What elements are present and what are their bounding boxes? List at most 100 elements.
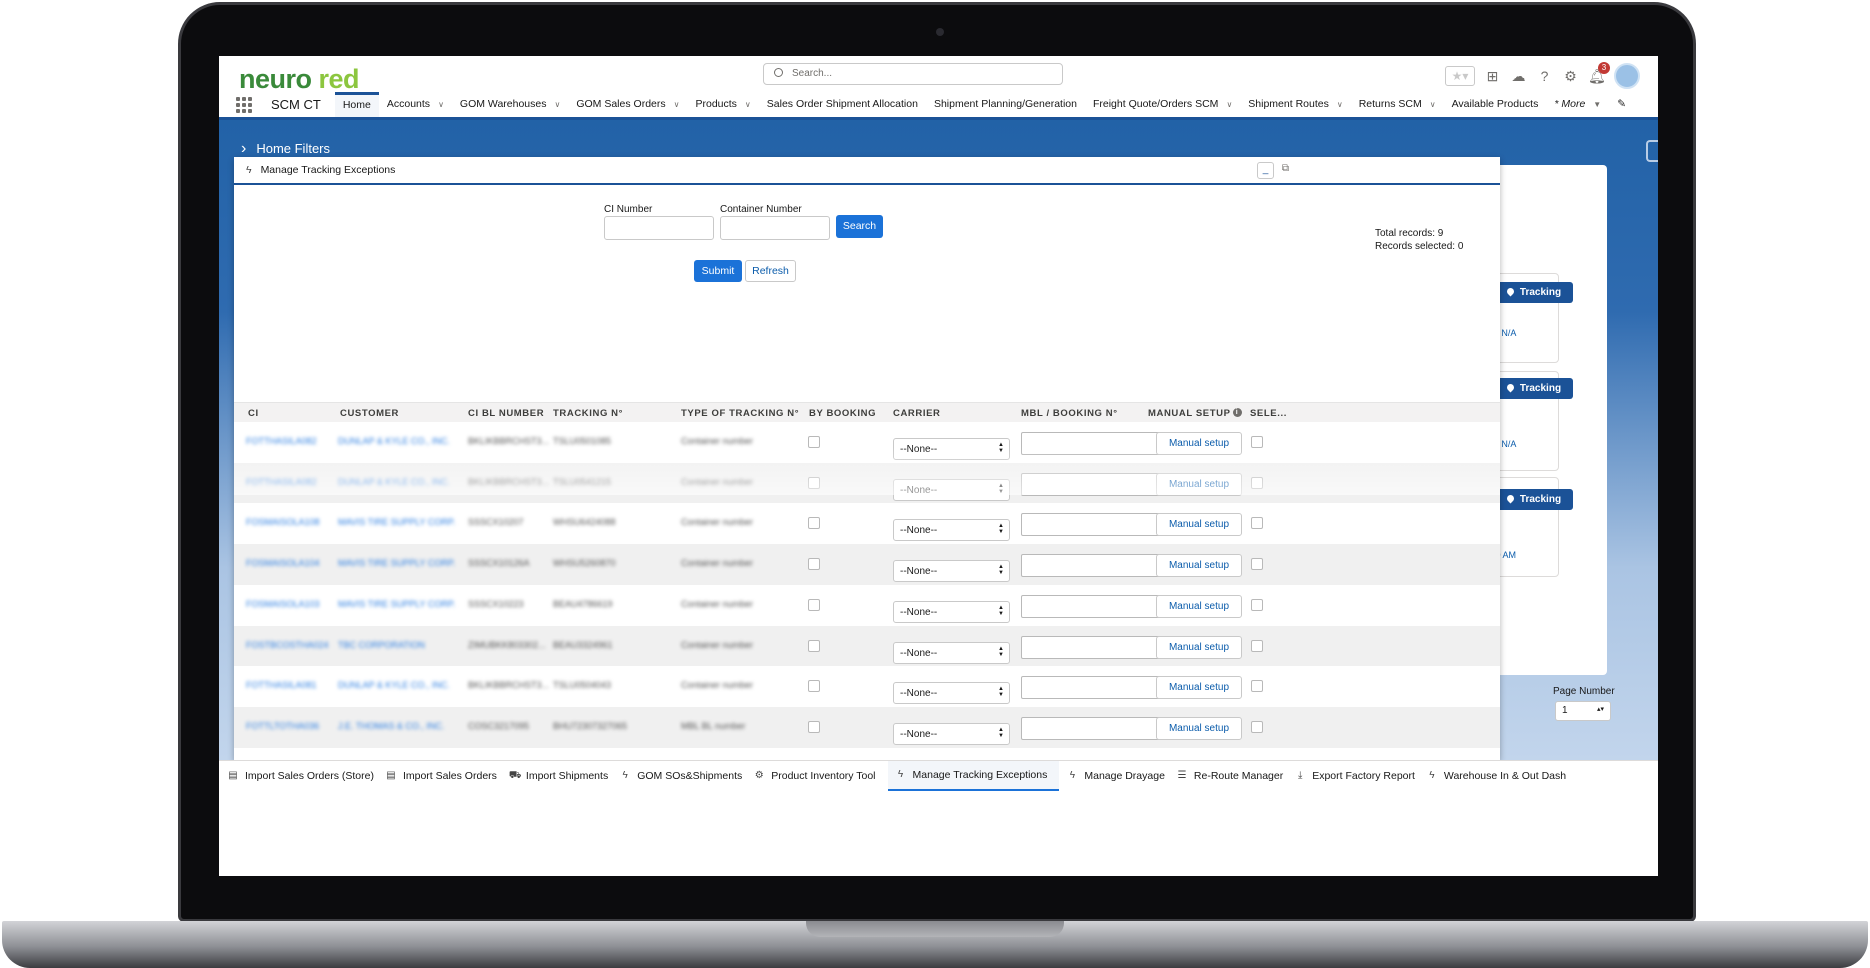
side-panel-tab[interactable] bbox=[1646, 140, 1658, 162]
tracking-button[interactable]: Tracking bbox=[1495, 489, 1573, 510]
nav-more[interactable]: * More ▼ bbox=[1546, 92, 1609, 117]
select-row-checkbox[interactable] bbox=[1251, 680, 1263, 693]
home-filters-toggle[interactable]: › Home Filters bbox=[241, 140, 330, 158]
refresh-button[interactable]: Refresh bbox=[745, 260, 796, 282]
chevron-down-icon[interactable]: ∨ bbox=[1430, 92, 1436, 117]
add-icon[interactable]: ⊞ bbox=[1484, 68, 1501, 85]
by-booking-checkbox[interactable] bbox=[808, 639, 820, 652]
mbl-booking-input[interactable] bbox=[1021, 716, 1162, 740]
by-booking-checkbox[interactable] bbox=[808, 558, 820, 571]
mbl-booking-input[interactable] bbox=[1021, 676, 1162, 700]
tracking-button[interactable]: Tracking bbox=[1495, 282, 1573, 303]
utility-item-re-route-manager[interactable]: ☰ Re-Route Manager bbox=[1177, 761, 1295, 791]
select-row-checkbox[interactable] bbox=[1251, 598, 1263, 611]
notifications-bell-icon[interactable]: 🔔︎ 3 bbox=[1588, 61, 1610, 85]
utility-item-import-sales-orders-store-[interactable]: ▤ Import Sales Orders (Store) bbox=[228, 761, 386, 791]
trailhead-icon[interactable]: ☁ bbox=[1510, 68, 1527, 85]
chevron-down-icon[interactable]: ∨ bbox=[1337, 92, 1343, 117]
nav-item-sales-order-shipment-allocation[interactable]: Sales Order Shipment Allocation bbox=[759, 92, 926, 117]
ci-number-input[interactable] bbox=[604, 216, 714, 240]
mbl-booking-input[interactable] bbox=[1021, 635, 1162, 659]
setup-gear-icon[interactable]: ⚙ bbox=[1562, 68, 1579, 85]
utility-item-export-factory-report[interactable]: ⤓ Export Factory Report bbox=[1295, 761, 1427, 791]
mbl-booking-input[interactable] bbox=[1021, 554, 1162, 578]
page-number-select[interactable]: 1 ▴▾ bbox=[1555, 701, 1611, 721]
chevron-down-icon[interactable]: ∨ bbox=[438, 92, 444, 117]
nav-item-gom-warehouses[interactable]: GOM Warehouses ∨ bbox=[452, 92, 568, 117]
customer-link[interactable]: J.E. THOMAS & CO., INC. bbox=[338, 721, 444, 731]
carrier-select[interactable]: --None--▲▼ bbox=[893, 600, 1010, 623]
chevron-down-icon[interactable]: ∨ bbox=[1226, 92, 1232, 117]
nav-item-returns-scm[interactable]: Returns SCM ∨ bbox=[1351, 92, 1444, 117]
utility-item-product-inventory-tool[interactable]: ⚙ Product Inventory Tool bbox=[754, 761, 887, 791]
ci-link[interactable]: FOSMAISOLA103 bbox=[246, 599, 320, 609]
carrier-select[interactable]: --None--▲▼ bbox=[893, 682, 1010, 705]
utility-item-gom-sos-shipments[interactable]: ϟ GOM SOs&Shipments bbox=[620, 761, 754, 791]
ci-link[interactable]: FOTTHASILA082 bbox=[246, 436, 317, 446]
by-booking-checkbox[interactable] bbox=[808, 720, 820, 733]
global-search-input[interactable]: Search... bbox=[763, 63, 1063, 85]
nav-item-available-products[interactable]: Available Products bbox=[1444, 92, 1547, 117]
customer-link[interactable]: MAVIS TIRE SUPPLY CORP. bbox=[338, 558, 455, 568]
ci-bl-number: COSC3217095 bbox=[468, 720, 530, 731]
submit-button[interactable]: Submit bbox=[694, 260, 742, 282]
ci-link[interactable]: FOTTLTOTHA036 bbox=[246, 721, 319, 731]
user-avatar[interactable] bbox=[1614, 63, 1640, 89]
chevron-down-icon[interactable]: ∨ bbox=[745, 92, 751, 117]
popout-icon[interactable]: ⧉ bbox=[1277, 162, 1294, 179]
help-icon[interactable]: ? bbox=[1536, 68, 1553, 85]
carrier-select[interactable]: --None--▲▼ bbox=[893, 641, 1010, 664]
logo[interactable]: neuro red bbox=[239, 64, 360, 95]
mbl-booking-input[interactable] bbox=[1021, 594, 1162, 618]
by-booking-checkbox[interactable] bbox=[808, 517, 820, 530]
customer-link[interactable]: DUNLAP & KYLE CO., INC. bbox=[338, 680, 450, 690]
favorites-star-icon[interactable]: ★▾ bbox=[1445, 66, 1475, 86]
select-row-checkbox[interactable] bbox=[1251, 639, 1263, 652]
carrier-select[interactable]: --None--▲▼ bbox=[893, 560, 1010, 583]
by-booking-checkbox[interactable] bbox=[808, 598, 820, 611]
column-header: SELE... bbox=[1250, 408, 1287, 419]
nav-item-home[interactable]: Home bbox=[334, 92, 379, 117]
nav-item-shipment-routes[interactable]: Shipment Routes ∨ bbox=[1240, 92, 1350, 117]
manual-setup-button[interactable]: Manual setup bbox=[1156, 594, 1242, 618]
manual-setup-button[interactable]: Manual setup bbox=[1156, 554, 1242, 578]
chevron-down-icon[interactable]: ∨ bbox=[674, 92, 680, 117]
mbl-booking-input[interactable] bbox=[1021, 513, 1162, 537]
container-number-input[interactable] bbox=[720, 216, 830, 240]
manual-setup-button[interactable]: Manual setup bbox=[1156, 635, 1242, 659]
utility-item-import-shipments[interactable]: ⛟ Import Shipments bbox=[509, 761, 620, 791]
search-button[interactable]: Search bbox=[836, 215, 883, 238]
nav-item-products[interactable]: Products ∨ bbox=[687, 92, 758, 117]
nav-item-freight-quote-orders-scm[interactable]: Freight Quote/Orders SCM ∨ bbox=[1085, 92, 1240, 117]
ci-link[interactable]: FOSMAISOLA104 bbox=[246, 558, 320, 568]
customer-link[interactable]: MAVIS TIRE SUPPLY CORP. bbox=[338, 517, 455, 527]
tracking-button[interactable]: Tracking bbox=[1495, 378, 1573, 399]
customer-link[interactable]: TBC CORPORATION bbox=[338, 640, 425, 650]
nav-item-gom-sales-orders[interactable]: GOM Sales Orders ∨ bbox=[568, 92, 687, 117]
ci-link[interactable]: FOTTHASILA081 bbox=[246, 680, 317, 690]
carrier-select[interactable]: --None--▲▼ bbox=[893, 519, 1010, 542]
carrier-select[interactable]: --None--▲▼ bbox=[893, 722, 1010, 745]
edit-nav-icon[interactable]: ✎ bbox=[1609, 92, 1634, 117]
nav-item-shipment-planning-generation[interactable]: Shipment Planning/Generation bbox=[926, 92, 1085, 117]
manual-setup-button[interactable]: Manual setup bbox=[1156, 716, 1242, 740]
select-row-checkbox[interactable] bbox=[1251, 558, 1263, 571]
manual-setup-button[interactable]: Manual setup bbox=[1156, 513, 1242, 537]
ci-link[interactable]: FOSTBCOSTHA024 bbox=[246, 640, 329, 650]
select-row-checkbox[interactable] bbox=[1251, 517, 1263, 530]
select-row-checkbox[interactable] bbox=[1251, 720, 1263, 733]
nav-item-accounts[interactable]: Accounts ∨ bbox=[379, 92, 452, 117]
chevron-down-icon[interactable]: ∨ bbox=[554, 92, 560, 117]
utility-item-warehouse-in-out-dash[interactable]: ϟ Warehouse In & Out Dash bbox=[1427, 761, 1578, 791]
manual-setup-button[interactable]: Manual setup bbox=[1156, 676, 1242, 700]
app-launcher-icon[interactable] bbox=[236, 96, 252, 113]
utility-item-manage-drayage[interactable]: ϟ Manage Drayage bbox=[1067, 761, 1177, 791]
minimize-icon[interactable]: _ bbox=[1257, 162, 1274, 179]
customer-link[interactable]: DUNLAP & KYLE CO., INC. bbox=[338, 436, 450, 446]
customer-link[interactable]: MAVIS TIRE SUPPLY CORP. bbox=[338, 599, 455, 609]
info-icon[interactable]: i bbox=[1232, 408, 1242, 417]
ci-link[interactable]: FOSMAISOLA108 bbox=[246, 517, 320, 527]
utility-item-import-sales-orders[interactable]: ▤ Import Sales Orders bbox=[386, 761, 509, 791]
utility-item-manage-tracking-exceptions[interactable]: ϟ Manage Tracking Exceptions bbox=[887, 760, 1060, 791]
by-booking-checkbox[interactable] bbox=[808, 680, 820, 693]
